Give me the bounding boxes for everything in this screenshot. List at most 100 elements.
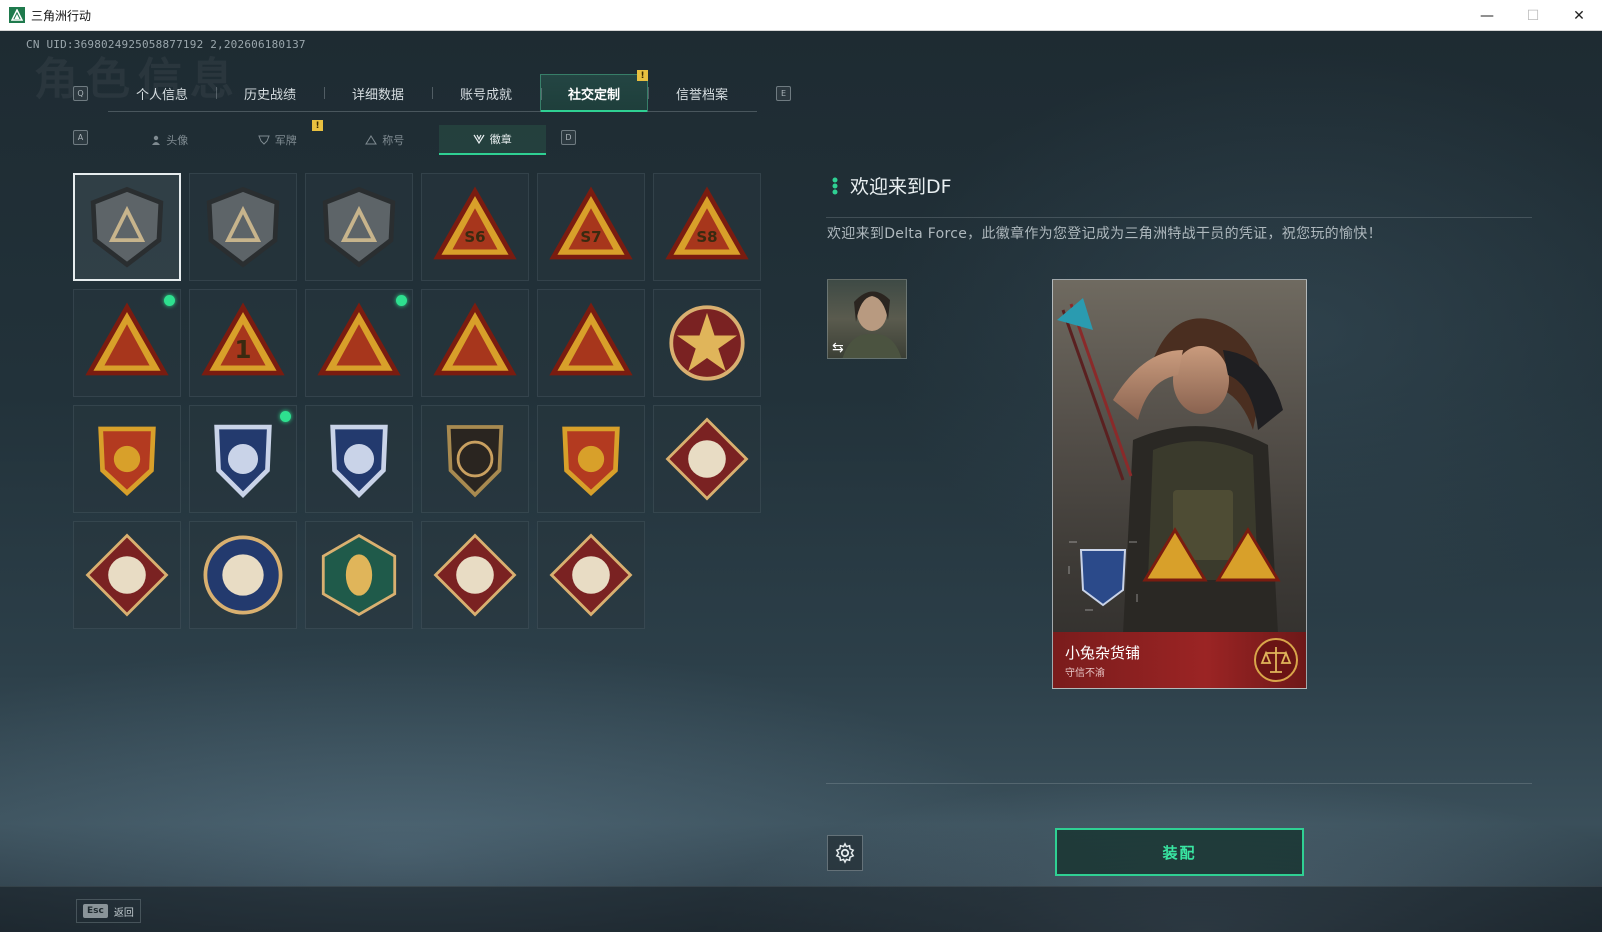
subtab-dogtag-label: 军牌: [274, 134, 297, 147]
tab-detailed-data[interactable]: 详细数据: [324, 74, 432, 112]
badge-slot[interactable]: S6: [421, 173, 529, 281]
red-shield-stars-icon: [98, 426, 156, 497]
badge-title: 欢迎来到DF: [850, 176, 952, 198]
s6-triangle-icon: S6: [433, 186, 517, 260]
wasp-hexagon-icon: [321, 533, 397, 617]
uid-label: CN UID:3698024925058877192 2,20260618013…: [26, 38, 306, 51]
badge-slot[interactable]: [73, 521, 181, 629]
card-footer: 小兔杂货铺 守信不渝: [1053, 632, 1306, 688]
subtab-badge[interactable]: 徽章: [438, 125, 546, 155]
notice-badge: !: [637, 70, 648, 81]
subtab-badge-label: 徽章: [489, 133, 512, 146]
badge-slot[interactable]: [189, 405, 297, 513]
eagle-circle-icon: [203, 535, 283, 615]
hands-triangle-icon: [85, 302, 169, 376]
new-indicator-dot: [280, 411, 291, 422]
operator-card: 小兔杂货铺 守信不渝: [1052, 279, 1307, 689]
dragon-diamond-icon: [433, 533, 517, 617]
delta-gray-shield-icon: [90, 186, 164, 268]
badge-slot[interactable]: [73, 405, 181, 513]
badge-slot[interactable]: [305, 173, 413, 281]
tab-personal-info[interactable]: 个人信息: [108, 74, 216, 112]
badge-slot[interactable]: [189, 521, 297, 629]
card-name: 小兔杂货铺: [1065, 644, 1141, 662]
operator-avatar[interactable]: ⇆: [827, 279, 907, 359]
badge-slot[interactable]: S8: [653, 173, 761, 281]
app-logo-icon: [9, 7, 25, 23]
back-button[interactable]: Esc 返回: [76, 899, 141, 923]
person-icon: [152, 135, 161, 145]
badge-slot[interactable]: [189, 173, 297, 281]
badge-slot[interactable]: [537, 405, 645, 513]
badge-description: 欢迎来到Delta Force，此徽章作为您登记成为三角洲特战干员的凭证，祝您玩…: [827, 226, 1382, 242]
back-label: 返回: [113, 907, 134, 919]
svg-text:S6: S6: [464, 228, 485, 246]
card-subtitle: 守信不渝: [1065, 668, 1105, 679]
divider: [826, 783, 1532, 784]
subtab-title-label: 称号: [382, 134, 405, 147]
star-medal-icon: [669, 305, 745, 381]
notice-badge: !: [312, 120, 323, 131]
rifle-crosshair-blue-icon: [330, 424, 388, 499]
new-indicator-dot: [396, 295, 407, 306]
badge-slot[interactable]: 1: [189, 289, 297, 397]
badge-slot[interactable]: [421, 289, 529, 397]
badge-slot[interactable]: [653, 405, 761, 513]
tab-achievements[interactable]: 账号成就: [432, 74, 540, 112]
scales-emblem-icon: [1254, 638, 1298, 682]
badge-slot[interactable]: [305, 405, 413, 513]
window-titlebar: 三角洲行动 — ☐ ✕: [0, 0, 1602, 31]
esc-key-hint: Esc: [83, 904, 108, 918]
badge-slot[interactable]: [537, 521, 645, 629]
badge-slot[interactable]: [421, 521, 529, 629]
bottom-bar: Esc 返回: [0, 886, 1602, 932]
settings-button[interactable]: [827, 835, 863, 871]
helicopter-shield-icon: [206, 186, 280, 268]
badge-icon: [473, 134, 485, 144]
badge-slot[interactable]: [537, 289, 645, 397]
svg-text:S7: S7: [580, 228, 601, 246]
subtab-avatar[interactable]: 头像: [116, 125, 224, 155]
globe-triangle-icon: [433, 302, 517, 376]
key-hint-d: D: [561, 130, 576, 145]
equip-button[interactable]: 装配: [1055, 828, 1304, 876]
key-hint-q: Q: [73, 86, 88, 101]
badge-slot[interactable]: [653, 289, 761, 397]
number-one-triangle-icon: 1: [201, 302, 285, 376]
window-title: 三角洲行动: [31, 8, 92, 23]
s8-triangle-icon: S8: [665, 186, 749, 260]
svg-text:S8: S8: [696, 228, 717, 246]
rifle-crosshair-gold-icon: [562, 426, 620, 497]
close-button[interactable]: ✕: [1556, 0, 1602, 31]
badge-slot[interactable]: [73, 289, 181, 397]
blue-gem-shield-icon: [214, 424, 272, 499]
diamond-shield-icon: [322, 186, 396, 268]
new-indicator-dot: [164, 295, 175, 306]
soldiers-triangle-icon: [549, 302, 633, 376]
pistol-shield-icon: [446, 425, 504, 498]
badge-slot[interactable]: [305, 521, 413, 629]
runner-diamond-icon: [549, 533, 633, 617]
operator-figure-icon: [1057, 298, 1283, 634]
usb-triangle-icon: [317, 302, 401, 376]
sub-tab-bar: 头像 军牌 称号 徽章: [116, 125, 546, 155]
badge-slot[interactable]: S7: [537, 173, 645, 281]
tab-social-custom[interactable]: 社交定制: [540, 74, 648, 112]
s7-triangle-icon: S7: [549, 186, 633, 260]
game-viewport: 角色信息 CN UID:3698024925058877192 2,202606…: [0, 31, 1602, 932]
swap-icon[interactable]: ⇆: [832, 340, 844, 356]
wolf-diamond-icon: [665, 417, 749, 501]
badge-slot[interactable]: [305, 289, 413, 397]
maximize-button[interactable]: ☐: [1510, 0, 1556, 31]
dogtag-icon: [258, 135, 270, 145]
badge-slot[interactable]: [73, 173, 181, 281]
subtab-avatar-label: 头像: [166, 134, 189, 147]
minimize-button[interactable]: —: [1464, 0, 1510, 31]
subtab-title[interactable]: 称号: [331, 125, 439, 155]
title-marker-icon: [832, 177, 838, 195]
tab-reputation[interactable]: 信誉档案: [648, 74, 756, 112]
tab-history[interactable]: 历史战绩: [216, 74, 324, 112]
key-hint-e: E: [776, 86, 791, 101]
title-icon: [365, 135, 378, 145]
badge-slot[interactable]: [421, 405, 529, 513]
